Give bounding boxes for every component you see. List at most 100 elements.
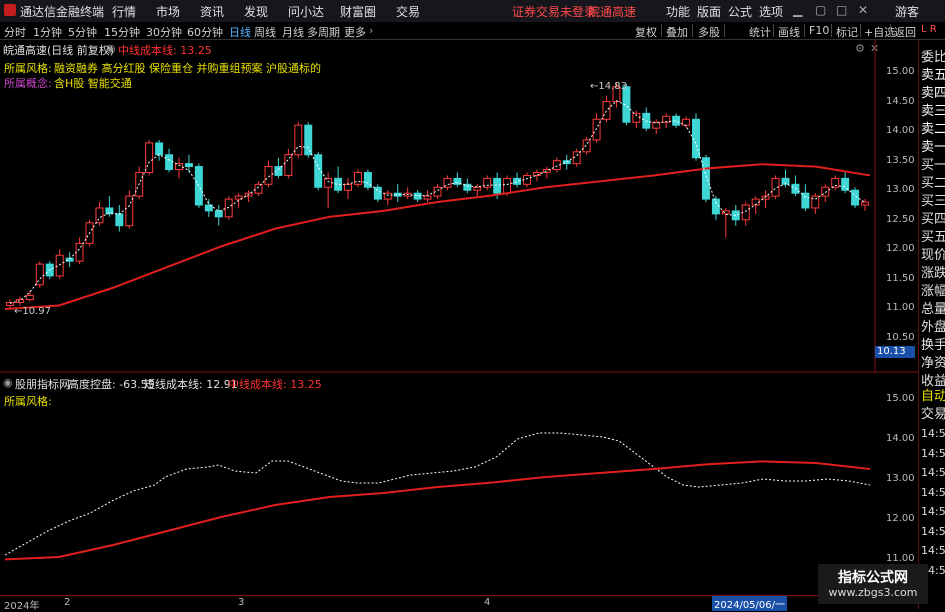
candle-up bbox=[264, 166, 273, 185]
period-tab-intraday[interactable]: 分时 bbox=[4, 24, 26, 40]
tick-time: 14:56 bbox=[921, 505, 945, 518]
price-tag-value: 10.13 bbox=[877, 346, 906, 357]
candle-down bbox=[701, 157, 710, 200]
tick-time: 14:56 bbox=[921, 524, 945, 538]
tick-time: 14:56 bbox=[921, 466, 945, 479]
auto-trade-toggle[interactable]: 自动 bbox=[921, 385, 945, 404]
main-axis-label: 11.00 bbox=[886, 302, 915, 314]
period-tab-monthly[interactable]: 月线 bbox=[282, 24, 304, 40]
candle-up bbox=[353, 171, 362, 185]
period-tab-daily[interactable]: 日线 bbox=[229, 24, 251, 40]
btn-f10[interactable]: F10 bbox=[809, 24, 829, 37]
toolbar-divider bbox=[804, 24, 805, 37]
side-panel-item: 买一 bbox=[921, 158, 945, 173]
candle-up bbox=[175, 163, 183, 171]
side-panel-item: 涨跌 bbox=[921, 266, 945, 281]
side-panel-item: 买五 bbox=[921, 230, 945, 245]
current-stock-name: 皖通高速 bbox=[588, 5, 637, 19]
login-status[interactable]: 证券交易未登录 bbox=[512, 3, 596, 20]
candle-up bbox=[682, 118, 691, 126]
user-name[interactable]: 游客 bbox=[895, 3, 919, 20]
candle-up bbox=[324, 177, 333, 188]
period-tab-1min[interactable]: 1分钟 bbox=[33, 24, 62, 40]
candle-up bbox=[582, 139, 591, 153]
btn-fuquan[interactable]: 复权 bbox=[635, 24, 657, 40]
candle-up bbox=[523, 174, 531, 185]
menu-item-formula[interactable]: 公式 bbox=[728, 3, 752, 20]
candle-up bbox=[254, 183, 263, 194]
minimize-icon[interactable]: ▁ bbox=[793, 3, 802, 17]
period-tab-weekly[interactable]: 周线 bbox=[254, 24, 276, 40]
sub-axis-label: 13.00 bbox=[886, 473, 915, 484]
main-axis-label: 13.50 bbox=[886, 154, 915, 166]
toolbar-divider bbox=[890, 24, 891, 37]
candle-up bbox=[503, 177, 512, 194]
sub-mid-line bbox=[4, 460, 871, 561]
main-axis-label: 12.00 bbox=[886, 243, 915, 255]
tick-time: 14:56 bbox=[921, 485, 945, 499]
candle-up bbox=[145, 142, 154, 173]
main-axis-label: 15.00 bbox=[886, 66, 915, 77]
btn-back[interactable]: 返回 bbox=[894, 24, 916, 40]
btn-overlay[interactable]: 叠加 bbox=[666, 24, 688, 40]
candle-down bbox=[115, 213, 124, 227]
menu-bar: 通达信金融终端 行情 市场 资讯 发现 问小达 财富圈 交易 证券交易未登录 皖… bbox=[0, 0, 945, 23]
period-tab-15min[interactable]: 15分钟 bbox=[104, 24, 140, 40]
side-panel-item: 现价 bbox=[921, 248, 945, 263]
more-chevron-icon[interactable]: › bbox=[369, 24, 373, 37]
menu-item-trade[interactable]: 交易 bbox=[396, 3, 420, 20]
sub-axis-label: 15.00 bbox=[886, 393, 915, 404]
sub-axis-label: 11.00 bbox=[886, 553, 915, 564]
candlestick-chart[interactable]: ←14.83 ←10.97 bbox=[0, 40, 918, 373]
candle-up bbox=[15, 299, 24, 304]
candle-up bbox=[294, 124, 303, 156]
menu-item-options[interactable]: 选项 bbox=[759, 3, 783, 20]
candle-up bbox=[602, 101, 611, 120]
menu-item-wealth[interactable]: 财富圈 bbox=[340, 3, 376, 20]
btn-multi-stock[interactable]: 多股 bbox=[698, 24, 720, 40]
period-tab-more[interactable]: 更多 bbox=[344, 24, 366, 40]
main-axis-label: 13.00 bbox=[886, 184, 915, 196]
menu-item-assistant[interactable]: 问小达 bbox=[288, 3, 324, 20]
menu-item-functions[interactable]: 功能 bbox=[666, 3, 690, 20]
btn-draw-line[interactable]: 画线 bbox=[778, 24, 800, 40]
candle-up bbox=[383, 192, 392, 200]
panel-lr-toggle[interactable]: L R bbox=[921, 24, 937, 35]
price-tag: 10.13 bbox=[875, 346, 915, 358]
btn-mark[interactable]: 标记 bbox=[836, 24, 858, 40]
tick-time: 14:56 bbox=[921, 427, 945, 440]
maximize-icon[interactable]: □ bbox=[836, 3, 847, 17]
close-icon[interactable]: ✕ bbox=[858, 3, 868, 17]
period-tab-30min[interactable]: 30分钟 bbox=[146, 24, 182, 40]
period-tab-5min[interactable]: 5分钟 bbox=[68, 24, 97, 40]
candle-down bbox=[801, 192, 810, 209]
menu-item-news[interactable]: 资讯 bbox=[200, 3, 224, 20]
candle-up bbox=[25, 294, 34, 301]
menu-item-discover[interactable]: 发现 bbox=[244, 3, 268, 20]
candle-up bbox=[284, 154, 293, 176]
candle-down bbox=[711, 198, 720, 215]
toolbar-divider bbox=[773, 24, 774, 37]
restore-icon[interactable]: ▢ bbox=[815, 3, 826, 17]
side-panel-item: 外盘 bbox=[921, 320, 945, 335]
sub-short-line bbox=[4, 432, 871, 556]
low-price-label: ←10.97 bbox=[14, 306, 51, 317]
period-tab-multi[interactable]: 多周期 bbox=[307, 24, 340, 40]
period-tab-60min[interactable]: 60分钟 bbox=[187, 24, 223, 40]
watermark-title: 指标公式网 bbox=[838, 570, 908, 586]
time-label-feb: 2 bbox=[64, 597, 71, 608]
toolbar-divider bbox=[831, 24, 832, 37]
side-panel-item: 总量 bbox=[921, 302, 945, 317]
btn-statistics[interactable]: 统计 bbox=[749, 24, 771, 40]
time-label-apr: 4 bbox=[484, 597, 491, 608]
candle-down bbox=[314, 154, 323, 188]
candle-down bbox=[184, 163, 193, 168]
menu-item-layout[interactable]: 版面 bbox=[697, 3, 721, 20]
candles-group bbox=[5, 82, 870, 309]
menu-item-quotes[interactable]: 行情 bbox=[112, 3, 136, 20]
toolbar-divider bbox=[860, 24, 861, 37]
menu-item-market[interactable]: 市场 bbox=[156, 3, 180, 20]
watermark: 指标公式网 www.zbgs3.com bbox=[818, 564, 928, 604]
candle-up bbox=[473, 186, 482, 191]
indicator-chart[interactable] bbox=[0, 373, 875, 595]
